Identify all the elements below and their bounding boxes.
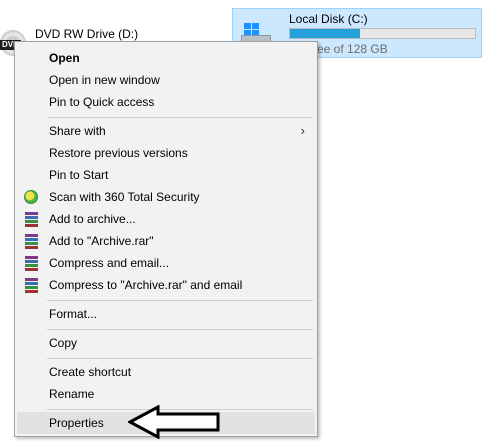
submenu-arrow-icon: › (300, 123, 305, 138)
menu-item-pin-to-start[interactable]: Pin to Start (17, 164, 315, 186)
menu-item-label: Open in new window (49, 73, 160, 87)
menu-item-pin-to-quick-access[interactable]: Pin to Quick access (17, 91, 315, 113)
menu-item-label: Add to archive... (49, 212, 136, 226)
menu-item-create-shortcut[interactable]: Create shortcut (17, 361, 315, 383)
menu-item-add-to-archive[interactable]: Add to archive... (17, 208, 315, 230)
menu-separator (47, 358, 313, 359)
menu-item-label: Pin to Start (49, 168, 109, 182)
menu-item-add-to-archive-rar[interactable]: Add to "Archive.rar" (17, 230, 315, 252)
menu-item-label: Properties (49, 416, 104, 430)
menu-item-label: Format... (49, 307, 98, 321)
menu-item-format[interactable]: Format... (17, 303, 315, 325)
menu-item-open[interactable]: Open (17, 47, 315, 69)
menu-item-open-in-new-window[interactable]: Open in new window (17, 69, 315, 91)
disk-usage-bar (289, 28, 476, 39)
menu-item-label: Restore previous versions (49, 146, 188, 160)
360-security-icon (24, 190, 38, 204)
menu-item-compress-and-email[interactable]: Compress and email... (17, 252, 315, 274)
menu-item-label: Create shortcut (49, 365, 132, 379)
menu-item-label: Add to "Archive.rar" (49, 234, 154, 248)
menu-separator (47, 117, 313, 118)
disk-usage-fill (290, 29, 361, 38)
winrar-icon (25, 212, 38, 227)
winrar-icon (25, 234, 38, 249)
menu-item-rename[interactable]: Rename (17, 383, 315, 405)
menu-item-label: Compress to "Archive.rar" and email (49, 278, 243, 292)
pointing-arrow-icon (128, 405, 220, 439)
menu-item-label: Rename (49, 387, 95, 401)
menu-item-label: Copy (49, 336, 78, 350)
local-disk-label: Local Disk (C:) (289, 12, 368, 26)
dvd-drive-label: DVD RW Drive (D:) (35, 27, 139, 41)
menu-item-restore-previous-versions[interactable]: Restore previous versions (17, 142, 315, 164)
menu-item-label: Scan with 360 Total Security (49, 190, 200, 204)
menu-item-compress-to-archive-and-email[interactable]: Compress to "Archive.rar" and email (17, 274, 315, 296)
menu-separator (47, 300, 313, 301)
menu-separator (47, 329, 313, 330)
winrar-icon (25, 278, 38, 293)
menu-item-label: Open (49, 51, 80, 65)
menu-item-label: Compress and email... (49, 256, 170, 270)
winrar-icon (25, 256, 38, 271)
menu-item-scan-360[interactable]: Scan with 360 Total Security (17, 186, 315, 208)
menu-item-share-with[interactable]: Share with › (17, 120, 315, 142)
menu-item-label: Pin to Quick access (49, 95, 155, 109)
menu-item-copy[interactable]: Copy (17, 332, 315, 354)
menu-item-label: Share with (49, 124, 106, 138)
context-menu: Open Open in new window Pin to Quick acc… (14, 41, 318, 437)
